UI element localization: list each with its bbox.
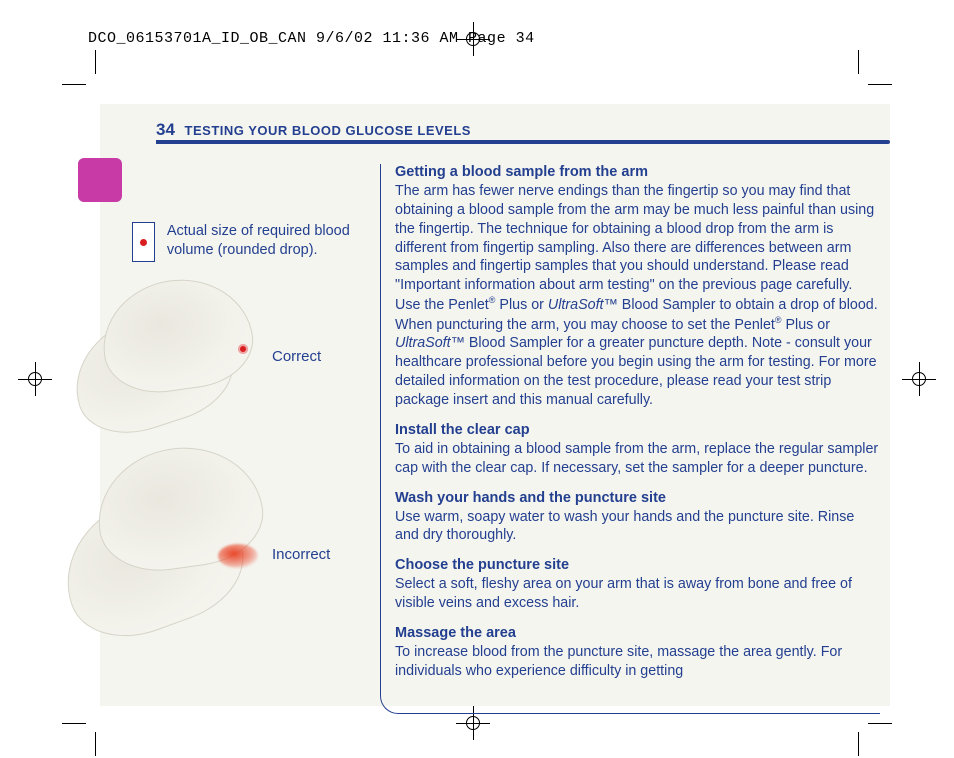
blood-drop-correct-icon: [238, 344, 248, 354]
blood-drop-icon: [140, 239, 147, 246]
section-body: To increase blood from the puncture site…: [395, 643, 880, 681]
crop-mark: [95, 732, 96, 756]
drop-size-caption: Actual size of required blood volume (ro…: [167, 222, 352, 260]
illustration-incorrect: Incorrect: [132, 448, 302, 638]
section-block: Wash your hands and the puncture site Use…: [395, 490, 880, 546]
section-block: Massage the area To increase blood from t…: [395, 625, 880, 681]
illustration-correct: Correct: [132, 286, 302, 446]
label-incorrect: Incorrect: [272, 546, 330, 563]
drop-size-callout: Actual size of required blood volume (ro…: [132, 222, 352, 262]
section-heading: Install the clear cap: [395, 422, 880, 438]
section-body: The arm has fewer nerve endings than the…: [395, 182, 880, 410]
crop-mark: [858, 50, 859, 74]
section-heading: Getting a blood sample from the arm: [395, 164, 880, 180]
crop-mark: [62, 723, 86, 724]
registration-mark: [456, 22, 490, 56]
crop-mark: [868, 723, 892, 724]
crop-mark: [868, 84, 892, 85]
section-heading: Massage the area: [395, 625, 880, 641]
section-block: Getting a blood sample from the arm The a…: [395, 164, 880, 410]
blood-smear-incorrect-icon: [218, 544, 258, 568]
section-block: Choose the puncture site Select a soft, f…: [395, 557, 880, 613]
section-body: Use warm, soapy water to wash your hands…: [395, 508, 880, 546]
body-text-column: Getting a blood sample from the arm The a…: [380, 164, 880, 714]
running-title: TESTING YOUR BLOOD GLUCOSE LEVELS: [185, 123, 471, 138]
page-number: 34: [156, 120, 175, 139]
blood-drop-size-box: [132, 222, 155, 262]
running-head: 34 TESTING YOUR BLOOD GLUCOSE LEVELS: [156, 120, 471, 140]
page-content: 34 TESTING YOUR BLOOD GLUCOSE LEVELS Act…: [100, 104, 890, 706]
label-correct: Correct: [272, 348, 321, 365]
section-heading: Choose the puncture site: [395, 557, 880, 573]
crop-mark: [95, 50, 96, 74]
section-heading: Wash your hands and the puncture site: [395, 490, 880, 506]
left-column: Actual size of required blood volume (ro…: [132, 222, 352, 640]
section-block: Install the clear cap To aid in obtaining…: [395, 422, 880, 478]
section-body: To aid in obtaining a blood sample from …: [395, 440, 880, 478]
registration-mark: [902, 362, 936, 396]
crop-mark: [858, 732, 859, 756]
section-body: Select a soft, fleshy area on your arm t…: [395, 575, 880, 613]
crop-mark: [62, 84, 86, 85]
header-rule: [156, 140, 890, 144]
registration-mark: [18, 362, 52, 396]
section-thumb-tab: [78, 158, 122, 202]
